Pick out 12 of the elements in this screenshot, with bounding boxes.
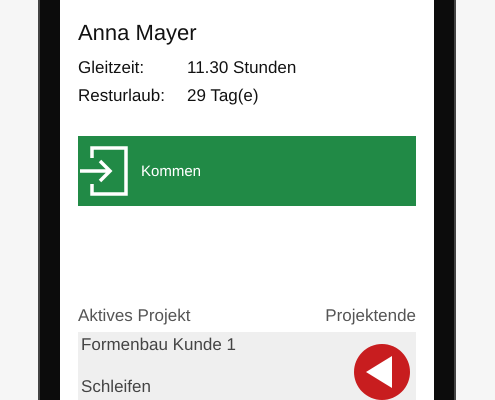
column-heading: Projektende xyxy=(325,306,416,326)
project-task: Schleifen xyxy=(81,377,152,397)
back-button[interactable] xyxy=(354,344,410,400)
column-heading: Aktives Projekt xyxy=(78,306,190,326)
info-value: 29 Tag(e) xyxy=(187,86,259,106)
project-name: Formenbau Kunde 1 xyxy=(81,335,236,355)
info-label: Gleitzeit: xyxy=(78,58,146,78)
info-label: Resturlaub: xyxy=(78,86,166,106)
user-name: Anna Mayer xyxy=(78,20,198,46)
clock-in-button[interactable]: Kommen xyxy=(78,136,416,206)
info-value: 11.30 Stunden xyxy=(187,58,296,78)
enter-icon xyxy=(79,146,129,196)
